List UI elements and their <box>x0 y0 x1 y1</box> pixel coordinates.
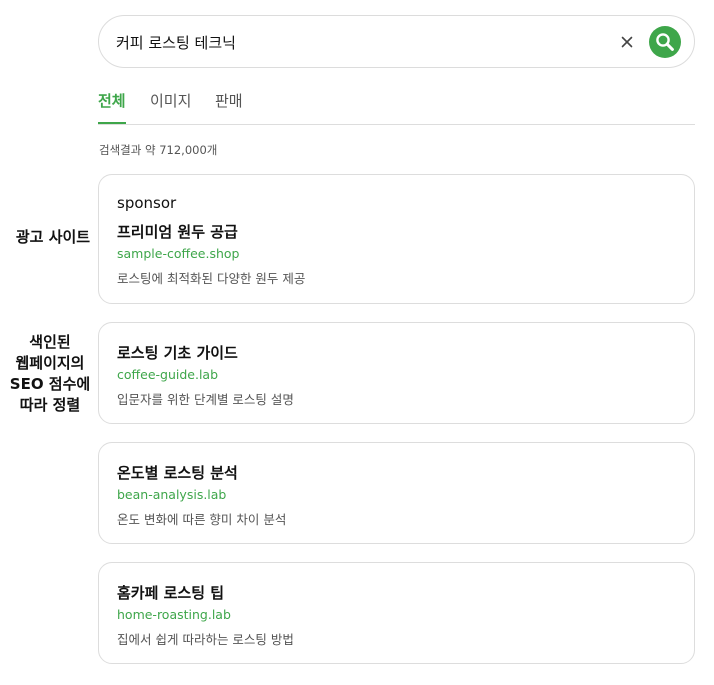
search-icon <box>656 33 674 51</box>
search-input[interactable] <box>116 29 596 55</box>
result-url[interactable]: sample-coffee.shop <box>117 246 239 261</box>
tab-shopping[interactable]: 판매 <box>215 90 243 124</box>
clear-search-button[interactable] <box>617 32 637 52</box>
result-card[interactable]: 홈카페 로스팅 팁 home-roasting.lab 집에서 쉽게 따라하는 … <box>98 562 695 664</box>
result-title[interactable]: 로스팅 기초 가이드 <box>117 342 238 363</box>
result-title[interactable]: 홈카페 로스팅 팁 <box>117 582 224 603</box>
search-button[interactable] <box>649 26 681 58</box>
result-card[interactable]: 로스팅 기초 가이드 coffee-guide.lab 입문자를 위한 단계별 … <box>98 322 695 424</box>
result-card[interactable]: 온도별 로스팅 분석 bean-analysis.lab 온도 변화에 따른 향… <box>98 442 695 544</box>
search-tabs: 전체 이미지 판매 <box>98 90 695 125</box>
result-title[interactable]: 프리미엄 원두 공급 <box>117 221 238 242</box>
result-count: 검색결과 약 712,000개 <box>99 143 218 157</box>
seo-label-line: SEO 점수에 <box>9 375 91 393</box>
tab-all[interactable]: 전체 <box>98 90 126 124</box>
result-url[interactable]: bean-analysis.lab <box>117 487 226 502</box>
seo-label-line: 웹페이지의 <box>15 354 85 372</box>
search-results-page: 전체 이미지 판매 검색결과 약 712,000개 광고 사이트 색인된 웹페이… <box>0 0 714 685</box>
result-title[interactable]: 온도별 로스팅 분석 <box>117 462 238 483</box>
seo-ranking-label: 색인된 웹페이지의 SEO 점수에 따라 정렬 <box>2 332 98 416</box>
close-icon <box>621 36 633 48</box>
result-description: 집에서 쉽게 따라하는 로스팅 방법 <box>117 632 294 647</box>
ad-site-label: 광고 사이트 <box>15 228 91 246</box>
result-description: 입문자를 위한 단계별 로스팅 설명 <box>117 392 294 407</box>
result-url[interactable]: home-roasting.lab <box>117 607 231 622</box>
result-url[interactable]: coffee-guide.lab <box>117 367 218 382</box>
result-description: 온도 변화에 따른 향미 차이 분석 <box>117 512 287 527</box>
seo-label-line: 따라 정렬 <box>19 396 81 414</box>
ad-result-card[interactable]: sponsor 프리미엄 원두 공급 sample-coffee.shop 로스… <box>98 174 695 304</box>
seo-label-line: 색인된 <box>29 333 71 351</box>
result-description: 로스팅에 최적화된 다양한 원두 제공 <box>117 271 306 286</box>
tab-images[interactable]: 이미지 <box>150 90 191 124</box>
search-bar <box>98 15 695 68</box>
sponsor-label: sponsor <box>117 194 177 212</box>
